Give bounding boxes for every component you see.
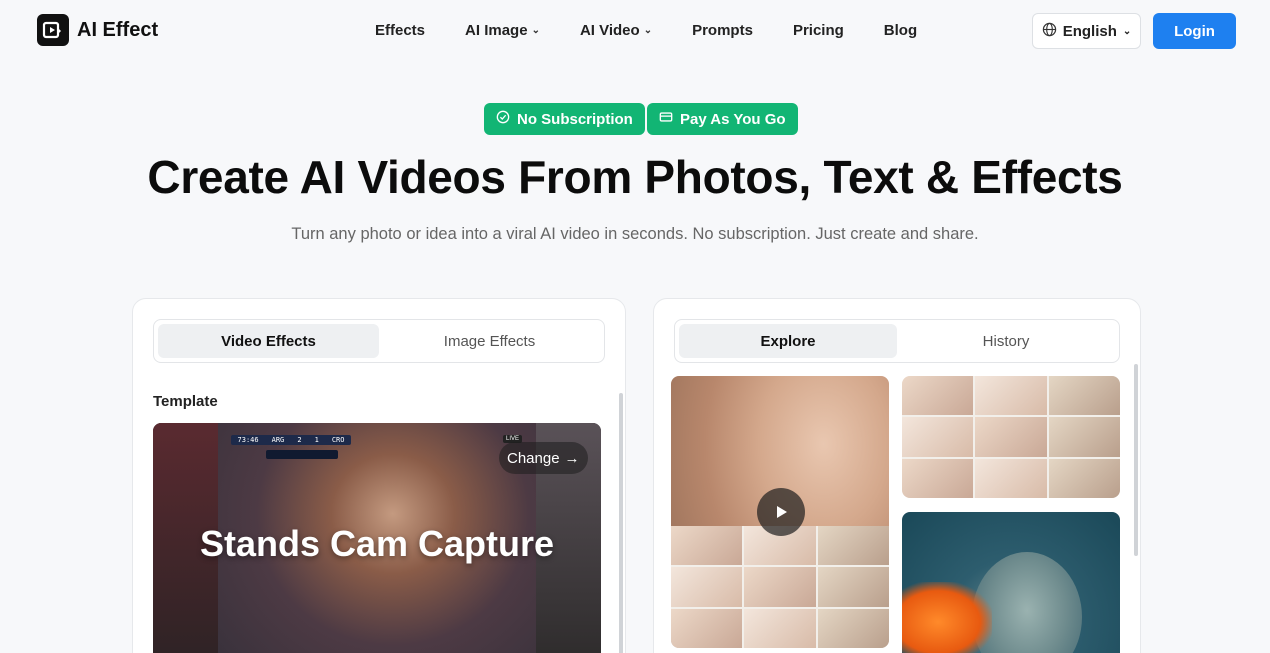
- scrollbar[interactable]: [1134, 364, 1138, 556]
- badge-label: Pay As You Go: [680, 110, 786, 128]
- explore-panel: Explore History: [653, 298, 1141, 653]
- badge-label: No Subscription: [517, 110, 633, 128]
- tab-explore[interactable]: Explore: [679, 324, 897, 358]
- tab-video-effects[interactable]: Video Effects: [158, 324, 379, 358]
- language-selector[interactable]: English ⌄: [1032, 13, 1141, 49]
- logo[interactable]: AI Effect: [37, 14, 158, 46]
- scoreboard-overlay: 73:46 ARG 2 1 CRO: [231, 435, 351, 445]
- login-button[interactable]: Login: [1153, 13, 1236, 49]
- scoreboard-home-score: 2: [297, 436, 302, 444]
- chevron-down-icon: ⌄: [643, 25, 653, 36]
- chevron-down-icon: ⌄: [1122, 25, 1132, 37]
- explore-image-tile[interactable]: [902, 376, 1120, 498]
- template-label: Template: [153, 393, 218, 410]
- nav-label: AI Image: [465, 22, 528, 39]
- main-nav: Effects AI Image ⌄ AI Video ⌄ Prompts Pr…: [375, 22, 917, 39]
- credit-card-icon: [659, 110, 673, 128]
- page-title: Create AI Videos From Photos, Text & Eff…: [147, 151, 1123, 203]
- tab-history[interactable]: History: [897, 324, 1115, 358]
- play-icon[interactable]: [757, 488, 805, 536]
- pay-as-you-go-badge: Pay As You Go: [647, 103, 798, 135]
- globe-icon: [1042, 22, 1057, 41]
- template-preview[interactable]: 73:46 ARG 2 1 CRO LIVE Stands Cam Captur…: [153, 423, 601, 653]
- check-circle-icon: [496, 110, 510, 128]
- nav-label: AI Video: [579, 22, 640, 39]
- logo-icon: [37, 14, 69, 46]
- nav-item-blog[interactable]: Blog: [884, 22, 917, 39]
- scoreboard-home: ARG: [271, 436, 285, 444]
- template-title: Stands Cam Capture: [199, 523, 555, 564]
- nav-item-ai-image[interactable]: AI Image ⌄: [465, 22, 540, 39]
- explore-tabs: Explore History: [674, 319, 1120, 363]
- nav-label: Pricing: [792, 22, 844, 39]
- explore-video-tile[interactable]: [671, 376, 889, 648]
- change-label: Change: [507, 449, 560, 467]
- nav-item-effects[interactable]: Effects: [375, 22, 425, 39]
- nav-label: Effects: [375, 22, 426, 39]
- scoreboard-time: 73:46: [237, 436, 259, 444]
- video-thumbnail-collage: [671, 526, 889, 648]
- language-label: English: [1062, 22, 1117, 40]
- scoreboard-away: CRO: [331, 436, 345, 444]
- scoreboard-subbar: [266, 450, 338, 459]
- change-template-button[interactable]: Change →: [499, 442, 588, 474]
- effects-panel: Video Effects Image Effects Template 73:…: [132, 298, 626, 653]
- scrollbar[interactable]: [619, 393, 623, 653]
- tab-image-effects[interactable]: Image Effects: [379, 324, 600, 358]
- no-subscription-badge: No Subscription: [484, 103, 645, 135]
- effects-tabs: Video Effects Image Effects: [153, 319, 605, 363]
- nav-item-ai-video[interactable]: AI Video ⌄: [580, 22, 652, 39]
- page-subtitle: Turn any photo or idea into a viral AI v…: [291, 225, 979, 243]
- arrow-right-icon: →: [564, 449, 580, 467]
- scoreboard-away-score: 1: [314, 436, 319, 444]
- chevron-down-icon: ⌄: [531, 25, 540, 36]
- nav-label: Prompts: [692, 22, 753, 39]
- nav-item-pricing[interactable]: Pricing: [793, 22, 844, 39]
- image-collage: [902, 376, 1120, 498]
- goldfish-image: [902, 582, 992, 653]
- explore-underwater-tile[interactable]: [902, 512, 1120, 653]
- nav-item-prompts[interactable]: Prompts: [692, 22, 753, 39]
- nav-label: Blog: [883, 22, 918, 39]
- logo-text: AI Effect: [77, 18, 159, 41]
- site-header: AI Effect Effects AI Image ⌄ AI Video ⌄ …: [0, 0, 1270, 62]
